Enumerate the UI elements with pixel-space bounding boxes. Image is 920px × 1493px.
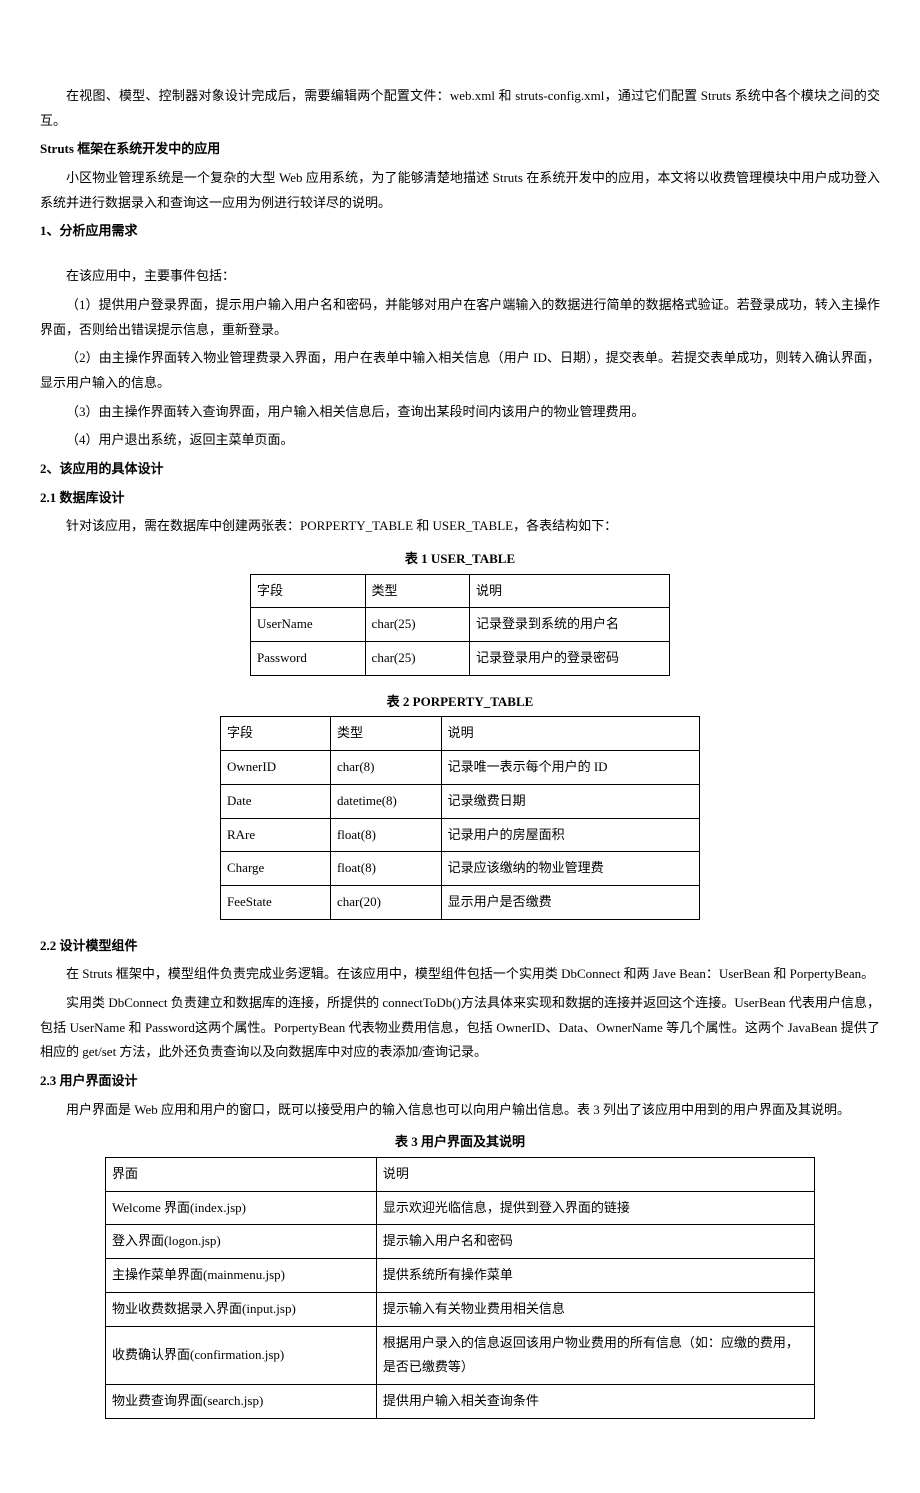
table-cell: 记录缴费日期 [441,784,699,818]
table-cell: 提供系统所有操作菜单 [376,1259,814,1293]
table-user-table: 字段 类型 说明 UserName char(25) 记录登录到系统的用户名 P… [250,574,670,676]
table-caption-3: 表 3 用户界面及其说明 [40,1130,880,1155]
table-cell: 提示输入有关物业费用相关信息 [376,1292,814,1326]
table-cell: 记录唯一表示每个用户的 ID [441,751,699,785]
table-cell: 物业费查询界面(search.jsp) [106,1384,377,1418]
table-cell: 根据用户录入的信息返回该用户物业费用的所有信息（如：应缴的费用，是否已缴费等） [376,1326,814,1384]
table-cell: char(8) [330,751,441,785]
table-row: FeeState char(20) 显示用户是否缴费 [221,885,700,919]
table-row: 物业收费数据录入界面(input.jsp) 提示输入有关物业费用相关信息 [106,1292,815,1326]
table-cell: FeeState [221,885,331,919]
table-row: Password char(25) 记录登录用户的登录密码 [251,642,670,676]
heading-model-components: 2.2 设计模型组件 [40,934,880,959]
table-cell: Date [221,784,331,818]
table-cell: 显示用户是否缴费 [441,885,699,919]
table-caption-2: 表 2 PORPERTY_TABLE [40,690,880,715]
heading-db-design: 2.1 数据库设计 [40,486,880,511]
table-row: 界面 说明 [106,1158,815,1192]
table-cell: 字段 [251,574,366,608]
table-cell: 显示欢迎光临信息，提供到登入界面的链接 [376,1191,814,1225]
list-item: （3）由主操作界面转入查询界面，用户输入相关信息后，查询出某段时间内该用户的物业… [40,400,880,425]
table-cell: 类型 [365,574,469,608]
heading-design: 2、该应用的具体设计 [40,457,880,482]
table-cell: Charge [221,852,331,886]
table-cell: UserName [251,608,366,642]
table-row: 字段 类型 说明 [251,574,670,608]
paragraph: 在视图、模型、控制器对象设计完成后，需要编辑两个配置文件：web.xml 和 s… [40,84,880,133]
table-row: RAre float(8) 记录用户的房屋面积 [221,818,700,852]
table-property-table: 字段 类型 说明 OwnerID char(8) 记录唯一表示每个用户的 ID … [220,716,700,919]
table-cell: 字段 [221,717,331,751]
table-row: UserName char(25) 记录登录到系统的用户名 [251,608,670,642]
table-row: 主操作菜单界面(mainmenu.jsp) 提供系统所有操作菜单 [106,1259,815,1293]
heading-ui-design: 2.3 用户界面设计 [40,1069,880,1094]
table-cell: 收费确认界面(confirmation.jsp) [106,1326,377,1384]
table-row: Charge float(8) 记录应该缴纳的物业管理费 [221,852,700,886]
heading-struts-framework: Struts 框架在系统开发中的应用 [40,137,880,162]
table-cell: 记录用户的房屋面积 [441,818,699,852]
table-cell: Welcome 界面(index.jsp) [106,1191,377,1225]
table-cell: 说明 [469,574,669,608]
table-row: Date datetime(8) 记录缴费日期 [221,784,700,818]
table-cell: float(8) [330,818,441,852]
heading-requirements: 1、分析应用需求 [40,219,880,244]
table-cell: 物业收费数据录入界面(input.jsp) [106,1292,377,1326]
table-cell: RAre [221,818,331,852]
table-cell: OwnerID [221,751,331,785]
table-cell: 提示输入用户名和密码 [376,1225,814,1259]
table-cell: 主操作菜单界面(mainmenu.jsp) [106,1259,377,1293]
table-cell: Password [251,642,366,676]
table-cell: char(25) [365,608,469,642]
paragraph: 用户界面是 Web 应用和用户的窗口，既可以接受用户的输入信息也可以向用户输出信… [40,1098,880,1123]
table-cell: 说明 [376,1158,814,1192]
table-cell: 登入界面(logon.jsp) [106,1225,377,1259]
table-cell: datetime(8) [330,784,441,818]
paragraph: 小区物业管理系统是一个复杂的大型 Web 应用系统，为了能够清楚地描述 Stru… [40,166,880,215]
table-cell: 记录登录到系统的用户名 [469,608,669,642]
table-cell: 界面 [106,1158,377,1192]
list-item: （2）由主操作界面转入物业管理费录入界面，用户在表单中输入相关信息（用户 ID、… [40,346,880,395]
table-cell: 提供用户输入相关查询条件 [376,1384,814,1418]
table-row: 收费确认界面(confirmation.jsp) 根据用户录入的信息返回该用户物… [106,1326,815,1384]
table-row: 物业费查询界面(search.jsp) 提供用户输入相关查询条件 [106,1384,815,1418]
table-cell: char(25) [365,642,469,676]
paragraph: 实用类 DbConnect 负责建立和数据库的连接，所提供的 connectTo… [40,991,880,1065]
paragraph: 在该应用中，主要事件包括： [40,264,880,289]
table-cell: char(20) [330,885,441,919]
table-cell: 记录应该缴纳的物业管理费 [441,852,699,886]
paragraph: 针对该应用，需在数据库中创建两张表：PORPERTY_TABLE 和 USER_… [40,514,880,539]
table-row: 登入界面(logon.jsp) 提示输入用户名和密码 [106,1225,815,1259]
table-cell: 说明 [441,717,699,751]
table-cell: 记录登录用户的登录密码 [469,642,669,676]
table-row: OwnerID char(8) 记录唯一表示每个用户的 ID [221,751,700,785]
table-cell: float(8) [330,852,441,886]
table-row: Welcome 界面(index.jsp) 显示欢迎光临信息，提供到登入界面的链… [106,1191,815,1225]
list-item: （4）用户退出系统，返回主菜单页面。 [40,428,880,453]
table-row: 字段 类型 说明 [221,717,700,751]
table-cell: 类型 [330,717,441,751]
table-ui-pages: 界面 说明 Welcome 界面(index.jsp) 显示欢迎光临信息，提供到… [105,1157,815,1419]
paragraph: 在 Struts 框架中，模型组件负责完成业务逻辑。在该应用中，模型组件包括一个… [40,962,880,987]
list-item: （1）提供用户登录界面，提示用户输入用户名和密码，并能够对用户在客户端输入的数据… [40,293,880,342]
table-caption-1: 表 1 USER_TABLE [40,547,880,572]
